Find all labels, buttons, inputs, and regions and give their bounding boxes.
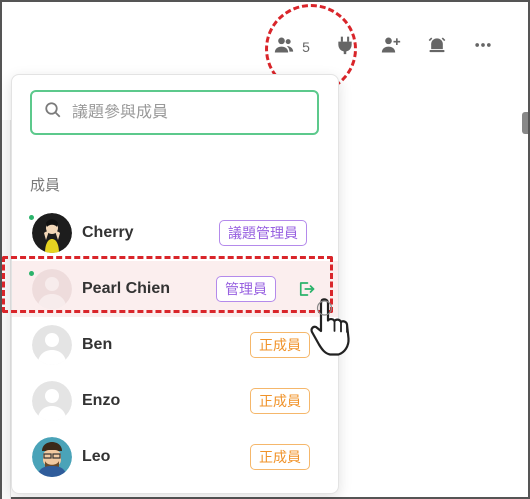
avatar-wrap [29,213,72,253]
avatar-wrap [32,325,72,365]
member-name: Leo [82,448,111,465]
plug-icon [335,35,355,60]
topbar: 5 [2,2,528,74]
background-left-panel [2,120,11,499]
toolbar: 5 [262,32,506,62]
alarm-button[interactable] [414,32,460,62]
add-user-button[interactable] [368,32,414,62]
avatar-wrap [29,269,72,309]
avatar-enzo [32,381,72,421]
online-indicator [29,271,34,276]
avatar-ben [32,325,72,365]
member-row-ben[interactable]: Ben 正成員 [12,317,338,373]
member-row-cherry[interactable]: Cherry 議題管理員 [12,205,338,261]
member-search-input[interactable] [72,103,302,122]
members-icon [274,35,294,60]
role-badge: 議題管理員 [219,220,307,246]
role-badge: 正成員 [250,332,310,358]
member-name: Cherry [82,224,134,241]
background-scroll-handle [522,112,528,134]
member-name: Ben [82,336,113,353]
role-badge: 管理員 [216,276,276,302]
more-button[interactable] [460,32,506,62]
avatar-wrap [32,437,72,477]
members-section-label: 成員 [30,177,61,194]
member-row-pearl-chien[interactable]: Pearl Chien 管理員 [12,261,338,317]
search-icon [44,101,62,124]
members-dropdown-panel: 成員 Cherry 議題管理員 Pearl Chien [11,74,339,494]
members-button[interactable]: 5 [262,32,322,62]
member-name: Enzo [82,392,121,409]
avatar-leo [32,437,72,477]
role-badge: 正成員 [250,388,310,414]
avatar-cherry [32,213,72,253]
avatar-pearl-chien [32,269,72,309]
leave-icon[interactable] [297,280,315,298]
member-row-enzo[interactable]: Enzo 正成員 [12,373,338,429]
online-indicator [29,215,34,220]
avatar-wrap [32,381,72,421]
plug-button[interactable] [322,32,368,62]
members-count: 5 [302,39,310,55]
more-icon [473,35,493,60]
member-name: Pearl Chien [82,280,171,297]
alarm-icon [427,35,447,60]
member-search-box[interactable] [30,90,319,135]
add-user-icon [381,35,401,60]
member-row-leo[interactable]: Leo 正成員 [12,429,338,485]
role-badge: 正成員 [250,444,310,470]
